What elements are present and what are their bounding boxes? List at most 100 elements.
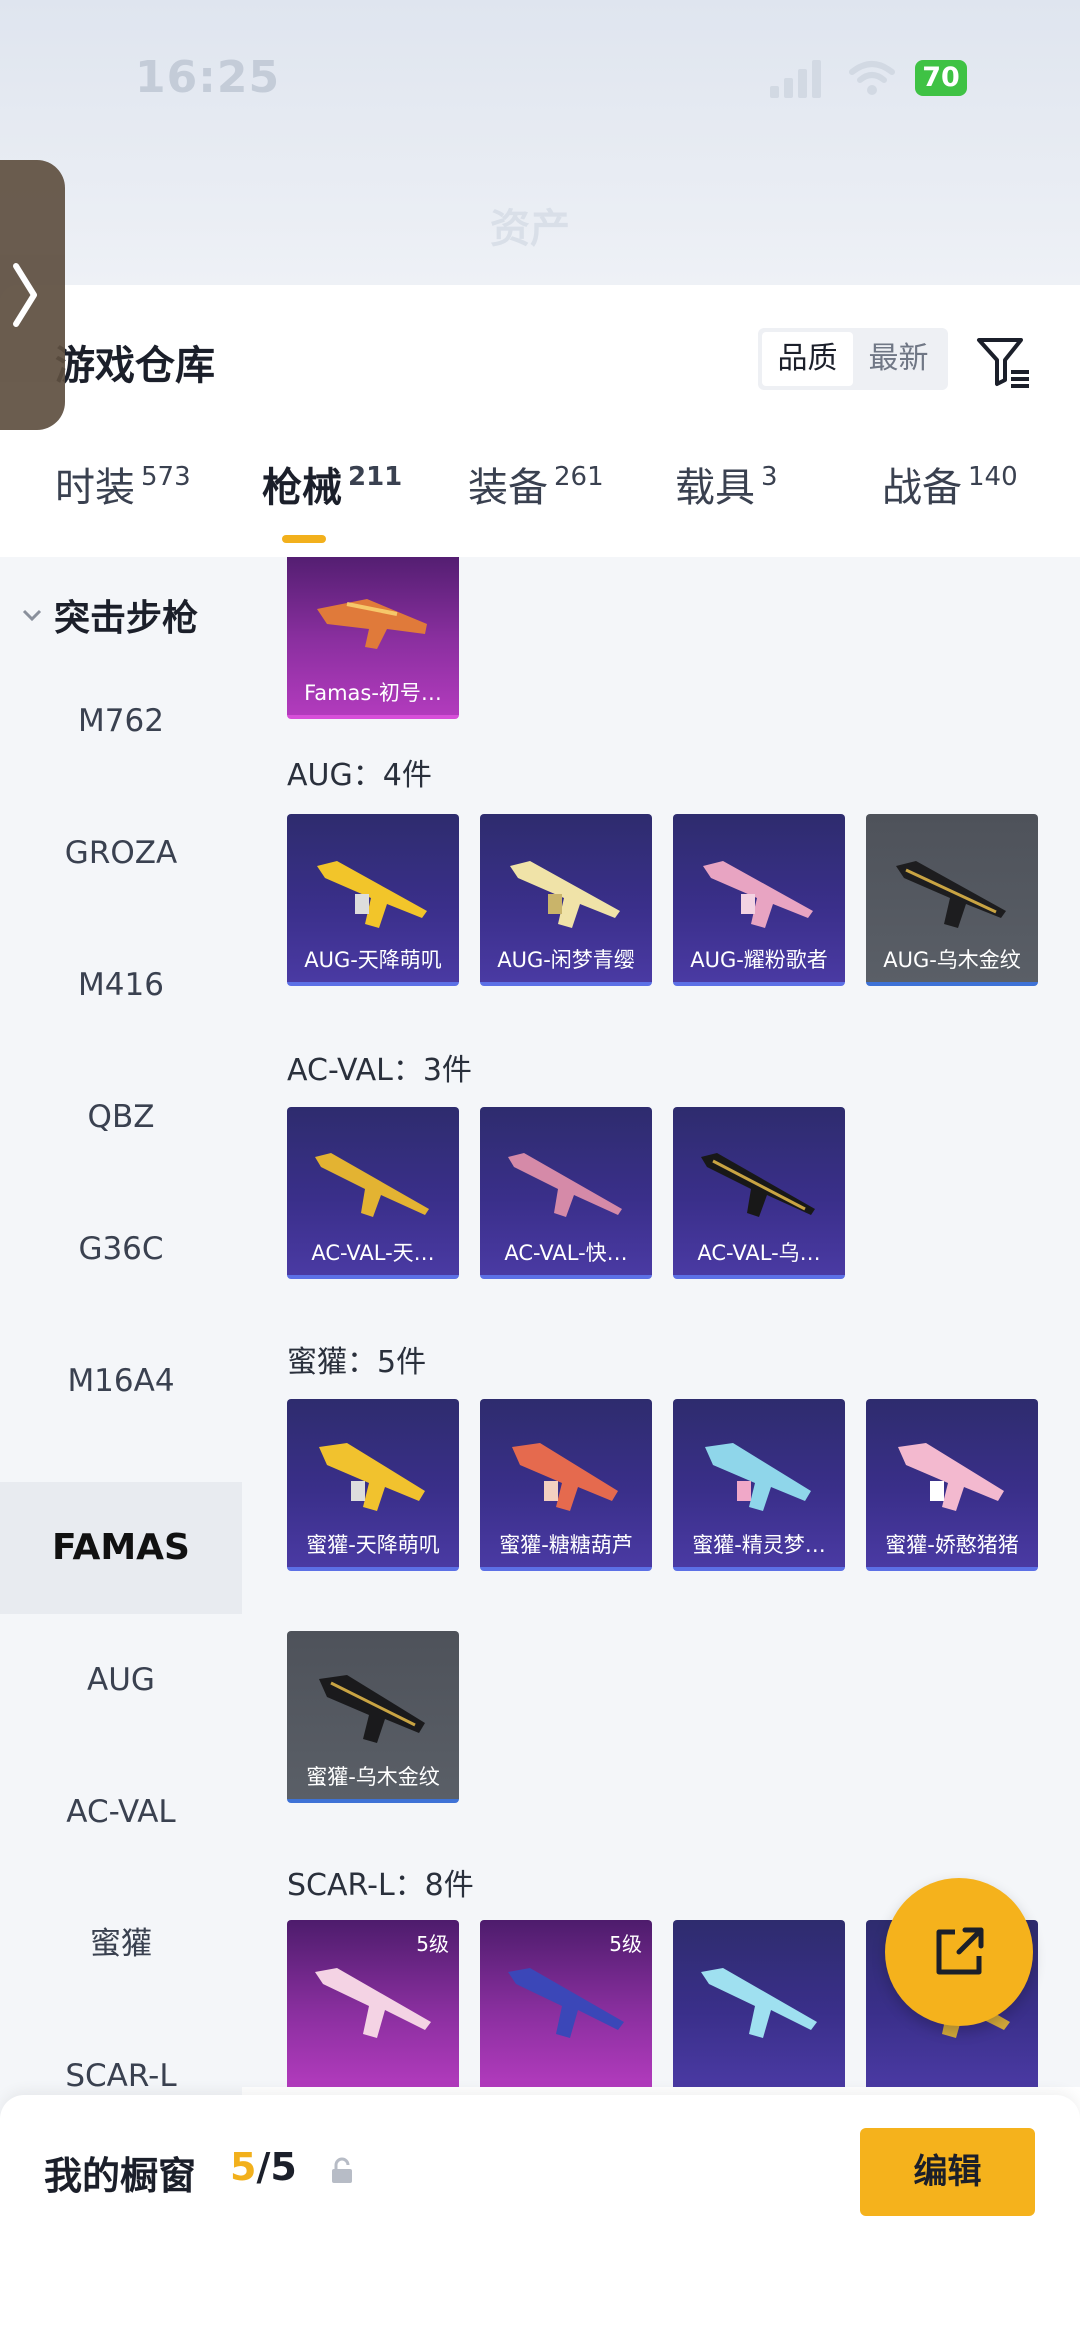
weapon-skin-image bbox=[703, 861, 813, 928]
sort-newest-button[interactable]: 最新 bbox=[853, 332, 944, 386]
weapon-card[interactable]: AC-VAL-快… bbox=[480, 1107, 652, 1279]
showcase-title: 我的橱窗 bbox=[44, 2154, 197, 2198]
tab-label: 时装 bbox=[55, 465, 135, 511]
tab-label: 装备 bbox=[468, 465, 548, 511]
weapon-card[interactable] bbox=[673, 1920, 845, 2087]
showcase-count: 5/5 bbox=[230, 2145, 297, 2189]
tab-equipment[interactable]: 装备 261 bbox=[468, 455, 604, 513]
weapon-skin-image bbox=[317, 599, 427, 649]
weapon-card[interactable]: 蜜獾-天降萌叽 bbox=[287, 1399, 459, 1571]
chevron-down-icon bbox=[22, 609, 42, 622]
battery-indicator: 70 bbox=[915, 60, 967, 96]
weapon-skin-image bbox=[705, 1443, 811, 1511]
category-label: 突击步枪 bbox=[54, 598, 199, 639]
weapon-name: AC-VAL-天… bbox=[311, 1241, 435, 1265]
weapon-skin-image bbox=[510, 861, 620, 928]
weapon-card[interactable]: 蜜獾-娇憨猪猪 bbox=[866, 1399, 1038, 1571]
sidebar-item-g36c[interactable]: G36C bbox=[0, 1183, 242, 1315]
weapon-name: AC-VAL-快… bbox=[504, 1241, 628, 1265]
tab-count: 140 bbox=[968, 462, 1018, 492]
title-row: 游戏仓库 品质 最新 bbox=[0, 285, 1080, 440]
sidebar-item-ac-val[interactable]: AC-VAL bbox=[0, 1746, 242, 1878]
tab-fashion[interactable]: 时装 573 bbox=[55, 455, 191, 513]
chevron-right-icon bbox=[13, 263, 37, 327]
weapon-card[interactable]: 蜜獾-精灵梦… bbox=[673, 1399, 845, 1571]
category-tabs: 时装 573 枪械 211 装备 261 载具 3 战备 140 bbox=[0, 455, 1080, 555]
signal-icon bbox=[770, 58, 824, 98]
weapon-skin-image bbox=[896, 861, 1006, 928]
weapon-card[interactable]: AUG-耀粉歌者 bbox=[673, 814, 845, 986]
weapon-name: 蜜獾-娇憨猪猪 bbox=[885, 1533, 1019, 1557]
weapon-card[interactable]: 蜜獾-乌木金纹 bbox=[287, 1631, 459, 1803]
weapon-grid: Famas-初号… AUG：4件 AUG-天降萌叽 AUG-闲梦青缨 AUG-耀… bbox=[242, 557, 1080, 2087]
weapon-skin-image bbox=[315, 1153, 429, 1217]
weapon-card[interactable]: 蜜獾-糖糖葫芦 bbox=[480, 1399, 652, 1571]
tab-vehicles[interactable]: 载具 3 bbox=[675, 455, 778, 513]
weapon-name: 蜜獾-天降萌叽 bbox=[306, 1533, 440, 1557]
weapon-card[interactable]: AC-VAL-乌… bbox=[673, 1107, 845, 1279]
wifi-icon bbox=[849, 61, 895, 95]
tab-label: 枪械 bbox=[262, 465, 342, 511]
active-tab-indicator bbox=[282, 535, 326, 543]
weapon-skin-image bbox=[317, 861, 427, 928]
lock-icon bbox=[332, 2157, 352, 2183]
weapon-name: 蜜獾-精灵梦… bbox=[692, 1533, 826, 1557]
filter-icon[interactable] bbox=[975, 332, 1033, 390]
side-drawer-handle[interactable] bbox=[0, 160, 65, 430]
weapon-card[interactable]: Famas-初号… bbox=[287, 557, 459, 719]
weapon-card[interactable]: AUG-乌木金纹 bbox=[866, 814, 1038, 986]
status-time: 16:25 bbox=[135, 52, 281, 103]
weapon-name: Famas-初号… bbox=[304, 681, 442, 705]
weapon-name: AUG-乌木金纹 bbox=[883, 948, 1021, 972]
weapon-name: AUG-天降萌叽 bbox=[304, 948, 442, 972]
weapon-card[interactable]: 5级 bbox=[480, 1920, 652, 2087]
top-header: 16:25 70 资产 bbox=[0, 0, 1080, 285]
group-label-scar-l: SCAR-L：8件 bbox=[287, 1868, 474, 1903]
tab-count: 261 bbox=[554, 462, 604, 492]
weapon-card[interactable]: AUG-天降萌叽 bbox=[287, 814, 459, 986]
showcase-bar: 我的橱窗 5/5 编辑 bbox=[0, 2095, 1080, 2341]
weapon-skin-image bbox=[508, 1153, 622, 1217]
sidebar-item-honey-badger[interactable]: 蜜獾 bbox=[0, 1878, 242, 2010]
sidebar-item-m762[interactable]: M762 bbox=[0, 655, 242, 787]
weapon-skin-image bbox=[898, 1443, 1004, 1511]
sidebar-item-m16a4[interactable]: M16A4 bbox=[0, 1315, 242, 1447]
weapon-name: 蜜獾-糖糖葫芦 bbox=[499, 1533, 633, 1557]
weapon-card[interactable]: 5级 bbox=[287, 1920, 459, 2087]
weapon-skin-image bbox=[701, 1153, 815, 1217]
weapon-name: AUG-闲梦青缨 bbox=[497, 948, 635, 972]
weapon-skin-image bbox=[508, 1968, 624, 2038]
tab-label: 战备 bbox=[882, 465, 962, 511]
weapon-skin-image bbox=[319, 1443, 425, 1511]
header-title: 资产 bbox=[490, 206, 570, 252]
tab-count: 3 bbox=[761, 462, 778, 492]
showcase-current: 5 bbox=[230, 2145, 257, 2189]
showcase-total: /5 bbox=[256, 2145, 297, 2189]
tab-label: 载具 bbox=[675, 465, 755, 511]
tab-weapons[interactable]: 枪械 211 bbox=[262, 455, 402, 513]
group-label-honey-badger: 蜜獾：5件 bbox=[287, 1345, 427, 1380]
weapon-name: 蜜獾-乌木金纹 bbox=[306, 1765, 440, 1789]
sidebar-item-aug[interactable]: AUG bbox=[0, 1614, 242, 1746]
group-label-ac-val: AC-VAL：3件 bbox=[287, 1053, 472, 1088]
weapon-skin-image bbox=[315, 1968, 431, 2038]
sort-toggle: 品质 最新 bbox=[758, 328, 948, 390]
share-icon bbox=[936, 1927, 984, 1975]
tab-count: 573 bbox=[141, 462, 191, 492]
sidebar-item-groza[interactable]: GROZA bbox=[0, 787, 242, 919]
weapon-card[interactable]: AC-VAL-天… bbox=[287, 1107, 459, 1279]
tab-count: 211 bbox=[348, 462, 403, 492]
weapon-card[interactable]: AUG-闲梦青缨 bbox=[480, 814, 652, 986]
sidebar-item-famas[interactable]: FAMAS bbox=[0, 1482, 242, 1614]
edit-button[interactable]: 编辑 bbox=[860, 2128, 1035, 2216]
sort-quality-button[interactable]: 品质 bbox=[762, 332, 853, 386]
weapon-skin-image bbox=[319, 1675, 425, 1743]
sidebar-item-qbz[interactable]: QBZ bbox=[0, 1051, 242, 1183]
share-button[interactable] bbox=[885, 1878, 1033, 2026]
page-title: 游戏仓库 bbox=[55, 343, 215, 389]
weapon-name: AC-VAL-乌… bbox=[697, 1241, 821, 1265]
sidebar-item-m416[interactable]: M416 bbox=[0, 919, 242, 1051]
category-header[interactable]: 突击步枪 bbox=[20, 589, 198, 641]
weapon-skin-image bbox=[701, 1968, 817, 2038]
tab-supplies[interactable]: 战备 140 bbox=[882, 455, 1018, 513]
